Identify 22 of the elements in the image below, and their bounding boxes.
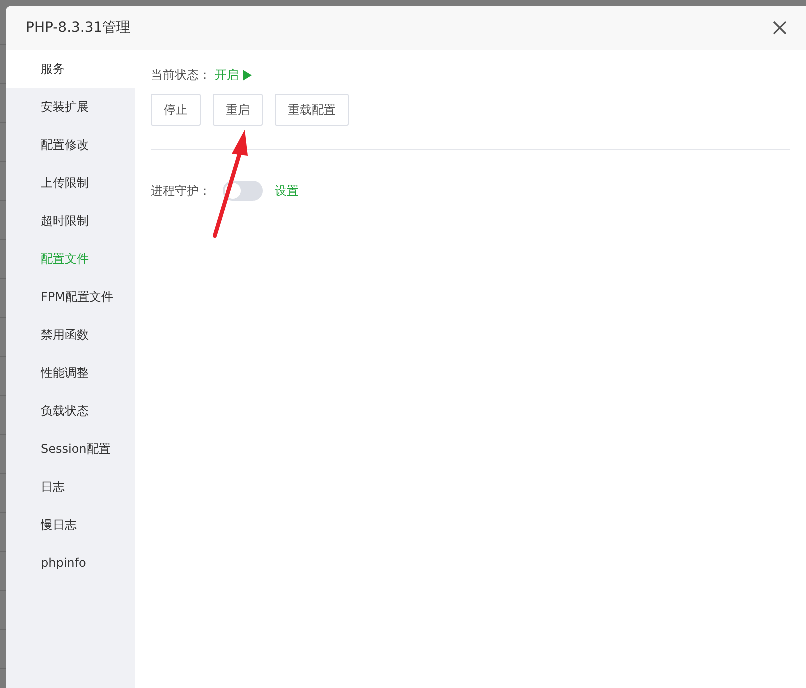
sidebar-item[interactable]: 负载状态 [6,392,135,430]
sidebar-item[interactable]: FPM配置文件 [6,278,135,316]
sidebar-item[interactable]: Session配置 [6,430,135,468]
status-label: 当前状态： [151,66,211,84]
action-button[interactable]: 重载配置 [275,94,349,126]
sidebar-item[interactable]: phpinfo [6,544,135,582]
sidebar-item[interactable]: 日志 [6,468,135,506]
sidebar-item[interactable]: 禁用函数 [6,316,135,354]
sidebar-item[interactable]: 性能调整 [6,354,135,392]
sidebar-item[interactable]: 慢日志 [6,506,135,544]
status-value: 开启 [215,66,239,84]
action-button[interactable]: 停止 [151,94,201,126]
action-button[interactable]: 重启 [213,94,263,126]
sidebar-item[interactable]: 超时限制 [6,202,135,240]
sidebar-item[interactable]: 服务 [6,50,135,88]
guard-toggle[interactable] [223,181,263,201]
sidebar-item[interactable]: 配置修改 [6,126,135,164]
close-button[interactable] [772,20,788,36]
sidebar-item[interactable]: 上传限制 [6,164,135,202]
window-title: PHP-8.3.31管理 [26,19,131,37]
guard-label: 进程守护： [151,182,211,200]
sidebar-item[interactable]: 安装扩展 [6,88,135,126]
